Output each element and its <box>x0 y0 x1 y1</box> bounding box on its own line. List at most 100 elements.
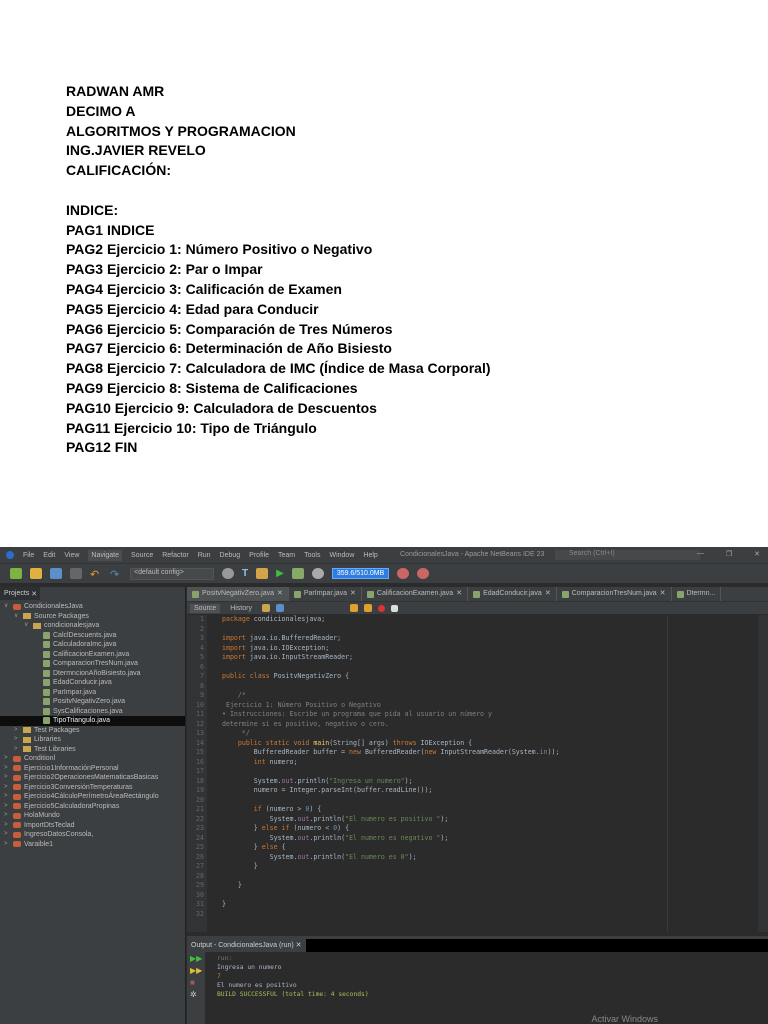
tree-item[interactable]: ∨ Source Packages <box>0 612 185 622</box>
editor-tab[interactable]: ComparacionTresNum.java ✕ <box>557 587 672 601</box>
run-icon[interactable]: ▶ <box>276 568 284 579</box>
new-file-icon[interactable] <box>10 568 22 579</box>
chevron-right-icon[interactable]: > <box>4 773 10 783</box>
tree-item[interactable]: ParImpar.java <box>0 688 185 698</box>
redo-icon[interactable]: ↷ <box>110 568 122 581</box>
maximize-button[interactable]: ❐ <box>726 550 732 558</box>
tree-item[interactable]: CalculadoraImc.java <box>0 640 185 650</box>
tree-item[interactable]: > ImportDtsTeclad <box>0 821 185 831</box>
close-button[interactable]: ✕ <box>754 550 760 558</box>
menu-navigate[interactable]: Navigate <box>88 549 123 561</box>
memory-indicator[interactable]: 359.6/510.0MB <box>331 568 390 579</box>
globe-icon[interactable] <box>222 568 234 579</box>
stop-macro-icon[interactable] <box>390 604 398 612</box>
tree-item[interactable]: > Test Packages <box>0 726 185 736</box>
find-icon[interactable] <box>275 604 284 612</box>
editor-tab[interactable]: ParImpar.java ✕ <box>289 587 362 601</box>
tree-item[interactable]: ∨ CondicionalesJava <box>0 602 185 612</box>
menu-tools[interactable]: Tools <box>304 552 320 559</box>
menu-profile[interactable]: Profile <box>249 552 269 559</box>
undo-icon[interactable]: ↶ <box>90 568 102 581</box>
projects-tab[interactable]: Projects ✕ <box>0 587 40 600</box>
output-tab[interactable]: Output - CondicionalesJava (run) ✕ <box>187 939 306 952</box>
clean-build-icon[interactable] <box>256 568 269 579</box>
editor-tab[interactable]: EdadConducir.java ✕ <box>468 587 557 601</box>
save-all-icon[interactable] <box>70 568 82 579</box>
search-input[interactable]: Search (Ctrl+I) <box>555 550 700 560</box>
open-project-icon[interactable] <box>50 568 62 579</box>
tree-item[interactable]: CalclDescuents.java <box>0 631 185 641</box>
menu-source[interactable]: Source <box>131 552 153 559</box>
menu-window[interactable]: Window <box>329 552 354 559</box>
chevron-right-icon[interactable]: > <box>14 735 20 745</box>
menu-debug[interactable]: Debug <box>220 552 241 559</box>
tree-item[interactable]: PositvNegativZero.java <box>0 697 185 707</box>
menu-team[interactable]: Team <box>278 552 295 559</box>
tree-item[interactable]: ∨ condicionalesjava <box>0 621 185 631</box>
tree-item[interactable]: TipoTriangulo.java <box>0 716 185 726</box>
gc-icon-2[interactable] <box>417 568 430 579</box>
last-edit-icon[interactable] <box>261 604 270 612</box>
chevron-right-icon[interactable]: > <box>4 764 10 774</box>
tree-item[interactable]: > Varaible1 <box>0 840 185 850</box>
chevron-right-icon[interactable]: > <box>4 783 10 793</box>
close-tab-icon[interactable]: ✕ <box>660 587 666 601</box>
tree-item[interactable]: > Ejercicio3ConversiónTemperaturas <box>0 783 185 793</box>
chevron-right-icon[interactable]: > <box>14 726 20 736</box>
chevron-down-icon[interactable]: ∨ <box>14 612 20 622</box>
tree-item[interactable]: EdadConducir.java <box>0 678 185 688</box>
chevron-down-icon[interactable]: ∨ <box>24 621 30 631</box>
tree-item[interactable]: > Ejercicio5CalculadoraPropinas <box>0 802 185 812</box>
stop-icon[interactable]: ■ <box>190 978 202 988</box>
chevron-right-icon[interactable]: > <box>4 821 10 831</box>
chevron-down-icon[interactable]: ∨ <box>4 602 10 612</box>
chevron-right-icon[interactable]: > <box>4 754 10 764</box>
profile-icon[interactable] <box>311 568 324 579</box>
editor-tab[interactable]: PositvNegativZero.java ✕ <box>187 587 289 601</box>
config-select[interactable]: <default config> <box>130 567 214 580</box>
code-lines[interactable]: package condicionalesjava; import java.io… <box>222 615 560 919</box>
source-tab[interactable]: Source <box>190 603 221 613</box>
settings-icon[interactable]: ✲ <box>190 990 202 1000</box>
tree-item[interactable]: > Test Libraries <box>0 745 185 755</box>
rerun-with-params-icon[interactable]: ▶▶ <box>190 966 202 976</box>
chevron-right-icon[interactable]: > <box>14 745 20 755</box>
editor-tab[interactable]: CalificacionExamen.java ✕ <box>362 587 469 601</box>
tree-item[interactable]: > IngresoDatosConsola, <box>0 830 185 840</box>
tree-item[interactable]: > Conditionl <box>0 754 185 764</box>
minimize-button[interactable]: — <box>697 550 704 558</box>
menu-run[interactable]: Run <box>198 552 211 559</box>
chevron-right-icon[interactable]: > <box>4 830 10 840</box>
menu-refactor[interactable]: Refactor <box>162 552 188 559</box>
menu-help[interactable]: Help <box>363 552 377 559</box>
close-tab-icon[interactable]: ✕ <box>277 587 283 601</box>
build-icon[interactable]: T <box>242 568 248 579</box>
tree-item[interactable]: > Ejercicio2OperacionesMatematicasBasicas <box>0 773 185 783</box>
close-tab-icon[interactable]: ✕ <box>456 587 462 601</box>
chevron-right-icon[interactable]: > <box>4 811 10 821</box>
chevron-right-icon[interactable]: > <box>4 802 10 812</box>
record-macro-icon[interactable] <box>377 604 385 612</box>
shift-left-icon[interactable] <box>349 604 358 612</box>
shift-right-icon[interactable] <box>363 604 372 612</box>
debug-icon[interactable] <box>291 568 304 579</box>
new-project-icon[interactable] <box>30 568 42 579</box>
tree-item[interactable]: ComparacionTresNum.java <box>0 659 185 669</box>
tree-item[interactable]: > Libraries <box>0 735 185 745</box>
editor-tab[interactable]: Dtermn... <box>672 587 722 601</box>
menu-edit[interactable]: Edit <box>43 552 55 559</box>
tree-item[interactable]: SysCalificaciones.java <box>0 707 185 717</box>
editor-scrollbar[interactable] <box>758 615 768 932</box>
menu-view[interactable]: View <box>64 552 79 559</box>
tree-item[interactable]: CalificacionExamen.java <box>0 650 185 660</box>
menu-file[interactable]: File <box>23 552 34 559</box>
tree-item[interactable]: > Ejercicio1InformaciónPersonal <box>0 764 185 774</box>
history-tab[interactable]: History <box>226 604 256 613</box>
gc-icon[interactable] <box>397 568 410 579</box>
close-tab-icon[interactable]: ✕ <box>350 587 356 601</box>
tree-item[interactable]: DtermncionAñoBisiesto.java <box>0 669 185 679</box>
chevron-right-icon[interactable]: > <box>4 840 10 850</box>
chevron-right-icon[interactable]: > <box>4 792 10 802</box>
rerun-icon[interactable]: ▶▶ <box>190 954 202 964</box>
close-tab-icon[interactable]: ✕ <box>545 587 551 601</box>
